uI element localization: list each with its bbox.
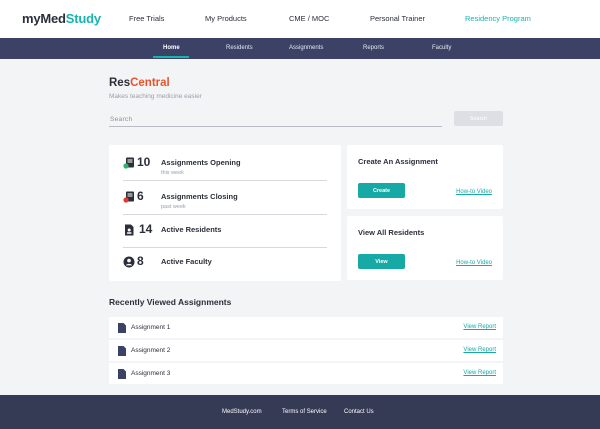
stat-assignments-closing[interactable]: 6 Assignments Closing past week <box>123 183 327 215</box>
nav-cme-moc[interactable]: CME / MOC <box>289 14 329 23</box>
view-report-link[interactable]: View Report <box>463 347 496 353</box>
stat-sublabel: past week <box>161 204 186 210</box>
assignment-name: Assignment 1 <box>131 324 171 331</box>
brand-accent-text: Central <box>130 77 170 89</box>
footer-link-terms[interactable]: Terms of Service <box>282 409 327 415</box>
subnav-assignments[interactable]: Assignments <box>289 45 323 51</box>
search-button[interactable]: Search <box>454 111 503 126</box>
brand-main-text: Res <box>109 77 131 89</box>
how-to-video-link[interactable]: How-to Video <box>456 189 492 195</box>
section-title: Recently Viewed Assignments <box>109 297 232 307</box>
view-residents-card: View All Residents View How-to Video <box>347 216 503 280</box>
nav-residency-program[interactable]: Residency Program <box>465 14 531 23</box>
active-tab-indicator <box>153 56 189 58</box>
top-header: myMedStudy Free Trials My Products CME /… <box>0 0 600 38</box>
view-report-link[interactable]: View Report <box>463 370 496 376</box>
view-button[interactable]: View <box>358 254 405 269</box>
nav-free-trials[interactable]: Free Trials <box>129 14 164 23</box>
stats-card: 10 Assignments Opening this week 6 Assig… <box>109 145 341 281</box>
subnav-reports[interactable]: Reports <box>363 45 384 51</box>
document-icon <box>118 346 126 356</box>
card-title: View All Residents <box>358 228 425 237</box>
logo-accent-text: Study <box>65 11 101 26</box>
stat-label: Assignments Closing <box>161 192 238 201</box>
stat-label: Assignments Opening <box>161 158 241 167</box>
logo-main-text: myMed <box>22 11 66 26</box>
stat-count: 14 <box>139 222 153 236</box>
faculty-user-icon <box>123 256 135 268</box>
assignment-name: Assignment 2 <box>131 347 171 354</box>
search-input[interactable] <box>109 112 442 127</box>
divider <box>123 180 327 181</box>
sub-navigation: Home Residents Assignments Reports Facul… <box>0 38 600 59</box>
subnav-residents[interactable]: Residents <box>226 45 253 51</box>
document-icon <box>118 323 126 333</box>
rescentral-title: ResCentral <box>109 77 170 89</box>
stat-count: 8 <box>137 254 144 268</box>
footer-link-contact[interactable]: Contact Us <box>344 409 374 415</box>
resident-badge-icon <box>125 224 134 236</box>
stat-sublabel: this week <box>161 170 184 176</box>
create-assignment-card: Create An Assignment Create How-to Video <box>347 145 503 209</box>
stat-active-residents[interactable]: 14 Active Residents <box>123 216 327 248</box>
stat-count: 6 <box>137 189 144 203</box>
assignment-open-icon <box>123 157 134 169</box>
create-button[interactable]: Create <box>358 183 405 198</box>
nav-my-products[interactable]: My Products <box>205 14 247 23</box>
subnav-faculty[interactable]: Faculty <box>432 45 451 51</box>
stat-label: Active Residents <box>161 225 222 234</box>
assignment-close-icon <box>123 191 134 203</box>
divider <box>123 214 327 215</box>
card-title: Create An Assignment <box>358 157 438 166</box>
nav-personal-trainer[interactable]: Personal Trainer <box>370 14 425 23</box>
subnav-home[interactable]: Home <box>163 45 180 51</box>
assignment-name: Assignment 3 <box>131 370 171 377</box>
stat-active-faculty[interactable]: 8 Active Faculty <box>123 248 327 280</box>
stat-count: 10 <box>137 155 151 169</box>
site-logo[interactable]: myMedStudy <box>22 11 101 26</box>
stat-assignments-opening[interactable]: 10 Assignments Opening this week <box>123 149 327 181</box>
list-item: Assignment 3 View Report <box>109 363 503 384</box>
footer-link-medstudy[interactable]: MedStudy.com <box>222 409 262 415</box>
view-report-link[interactable]: View Report <box>463 324 496 330</box>
list-item: Assignment 1 View Report <box>109 317 503 338</box>
document-icon <box>118 369 126 379</box>
site-footer: MedStudy.com Terms of Service Contact Us <box>0 395 600 429</box>
list-item: Assignment 2 View Report <box>109 340 503 361</box>
how-to-video-link[interactable]: How-to Video <box>456 260 492 266</box>
tagline: Makes teaching medicine easier <box>109 93 202 100</box>
stat-label: Active Faculty <box>161 257 212 266</box>
